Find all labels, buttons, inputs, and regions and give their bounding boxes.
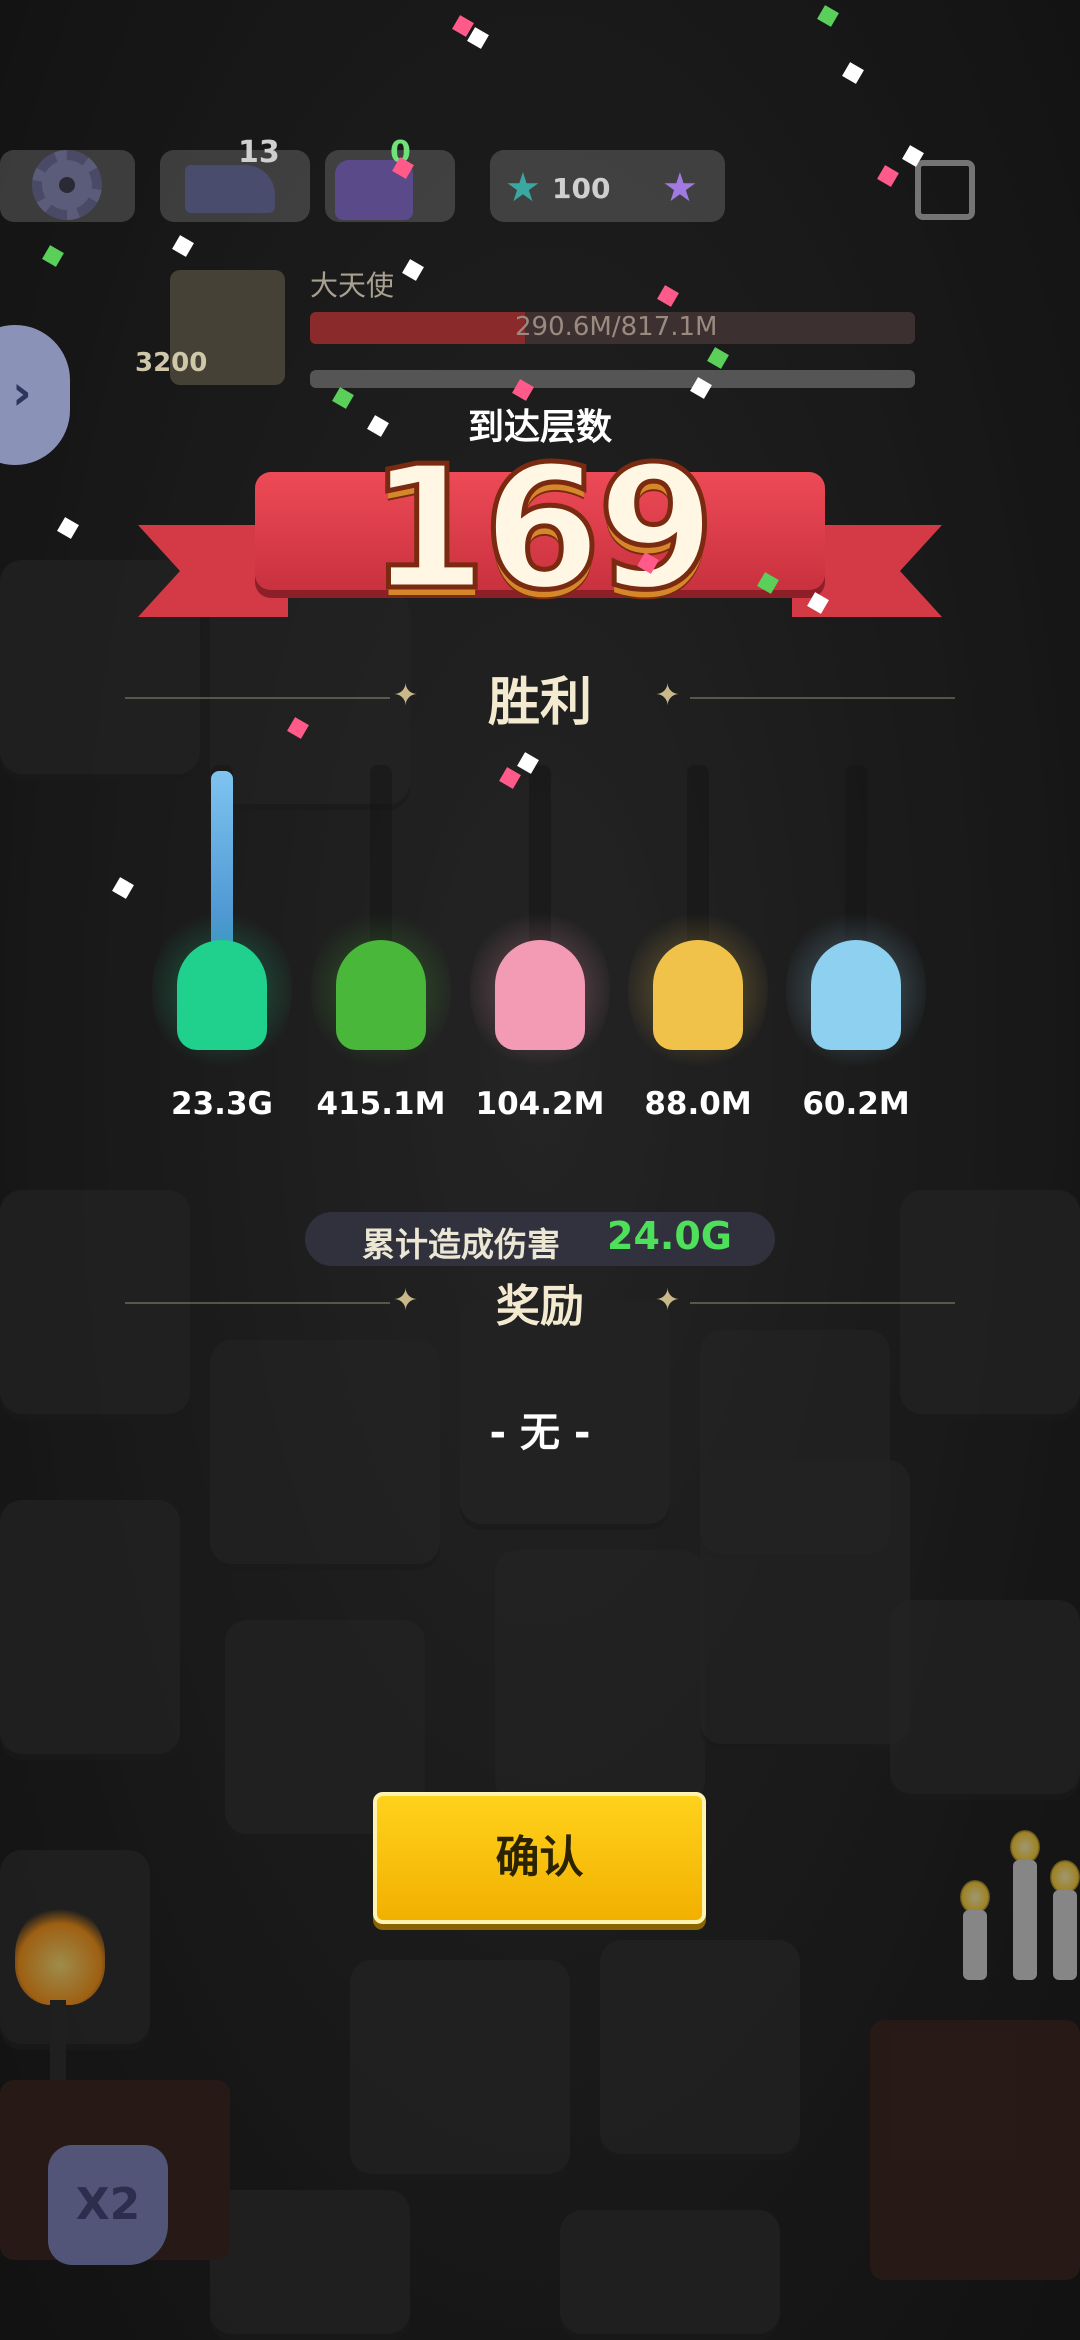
star-value: 100 (552, 172, 611, 205)
boss-name: 大天使 (310, 269, 395, 302)
anvil-icon (185, 165, 275, 213)
anvil-count: 13 (238, 135, 280, 170)
hero-damage-value: 415.1M (316, 1086, 446, 1122)
hero-damage-value: 23.3G (171, 1086, 273, 1122)
hero-damage-value: 88.0M (644, 1086, 752, 1122)
floor-number: 169 (366, 428, 718, 631)
reward-none-text: - 无 - (489, 1410, 591, 1456)
gear-icon[interactable] (32, 150, 102, 220)
boss-level: 3200 (135, 348, 208, 378)
hero-figure (177, 940, 267, 1050)
boss-hp-fill (310, 312, 526, 344)
star-icon: ★ (505, 165, 541, 211)
confirm-button[interactable]: 确认 (373, 1792, 706, 1924)
hero-figure (495, 940, 585, 1050)
next-star-icon: ★ (662, 165, 698, 211)
share-button[interactable] (915, 160, 975, 220)
hero-portrait (311, 905, 451, 1075)
victory-divider-right (690, 697, 955, 699)
hero-portrait (786, 905, 926, 1075)
reward-divider-right (690, 1302, 955, 1304)
hero-figure (653, 940, 743, 1050)
speed-x2-button[interactable]: X2 (48, 2145, 168, 2265)
hero-portrait (470, 905, 610, 1075)
total-damage-label: 累计造成伤害 (362, 1225, 560, 1264)
diamond-icon: ✦ (655, 678, 681, 713)
hero-portrait (628, 905, 768, 1075)
diamond-icon: ✦ (655, 1283, 681, 1318)
boss-sub-bar (310, 370, 915, 388)
total-damage-value: 24.0G (607, 1214, 732, 1258)
boss-hp-text: 290.6M/817.1M (515, 312, 718, 342)
hero-figure (811, 940, 901, 1050)
hero-figure (336, 940, 426, 1050)
hero-damage-value: 104.2M (475, 1086, 605, 1122)
hero-damage-value: 60.2M (802, 1086, 910, 1122)
hero-portrait (152, 905, 292, 1075)
